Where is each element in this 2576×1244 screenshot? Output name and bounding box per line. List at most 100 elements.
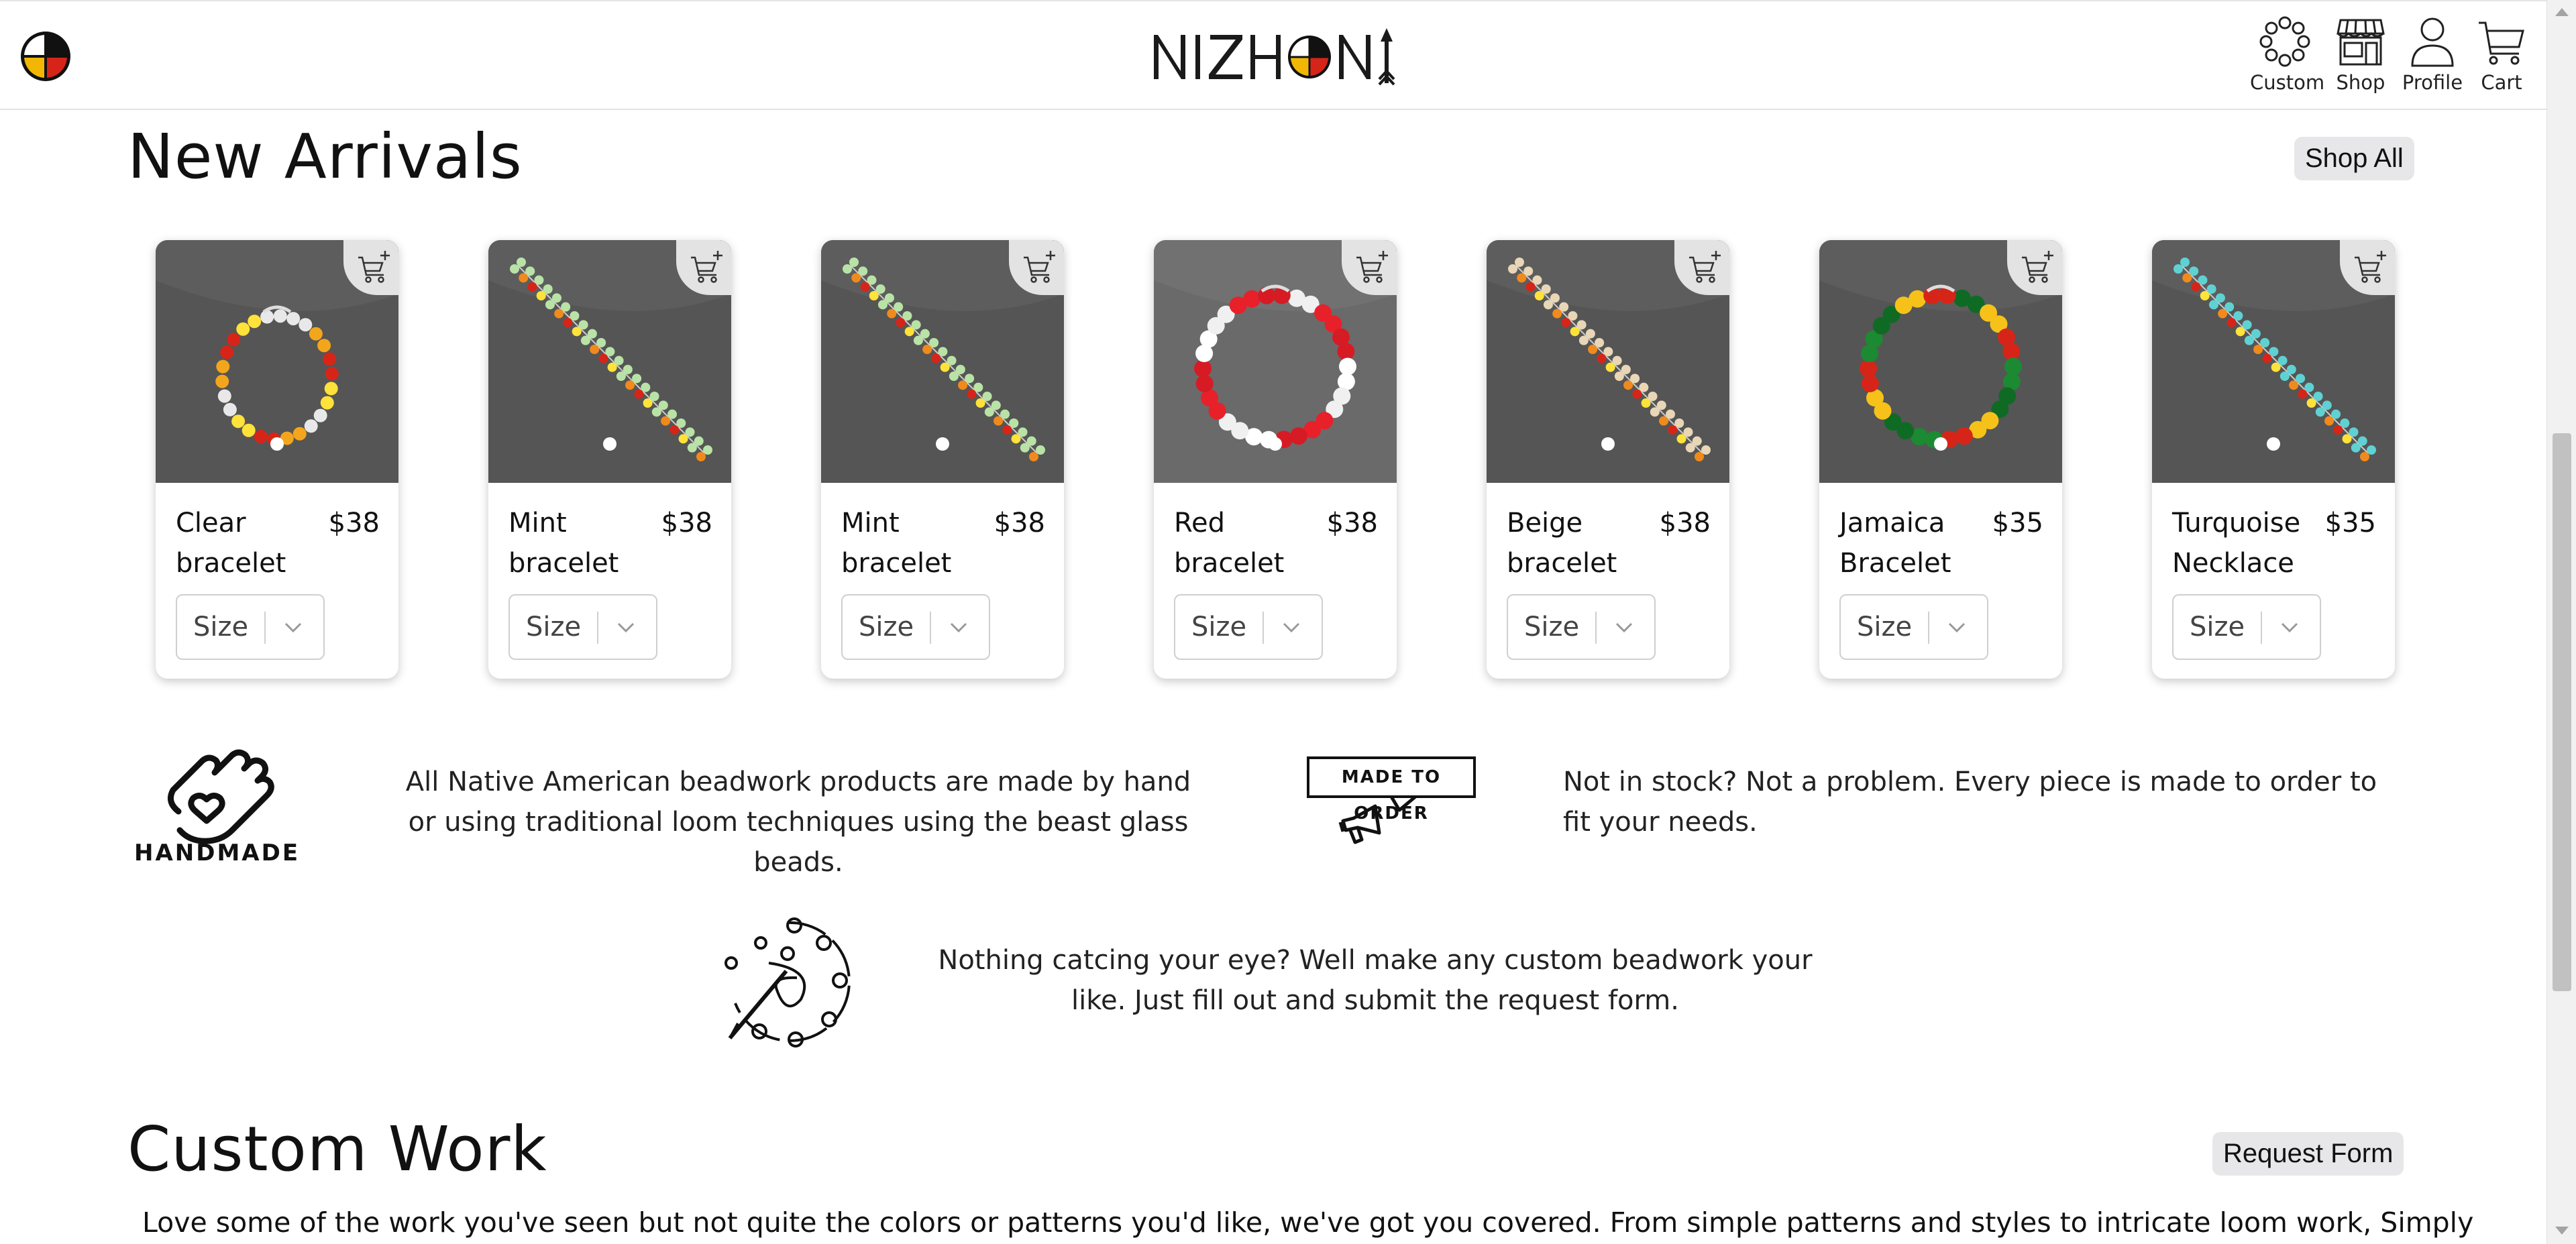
size-select-separator <box>930 612 931 644</box>
product-name[interactable]: Beige bracelet <box>1507 503 1641 583</box>
page-scrollbar[interactable] <box>2546 0 2576 1244</box>
size-select[interactable]: Size <box>1507 594 1656 660</box>
size-select-placeholder: Size <box>2190 612 2245 642</box>
scroll-down-arrow-icon[interactable] <box>2555 1227 2569 1235</box>
product-card[interactable]: Turquoise Necklace $35 Size <box>2152 240 2395 679</box>
product-name[interactable]: Mint bracelet <box>841 503 975 583</box>
person-icon <box>2411 17 2454 67</box>
chevron-down-icon[interactable] <box>1613 618 1635 636</box>
custom-work-title: Custom Work <box>127 1113 547 1185</box>
chevron-down-icon[interactable] <box>947 618 970 636</box>
product-price: $38 <box>1659 508 1711 539</box>
request-form-button[interactable]: Request Form <box>2212 1132 2404 1176</box>
shop-all-button[interactable]: Shop All <box>2294 137 2414 180</box>
product-name[interactable]: Mint bracelet <box>508 503 643 583</box>
product-image[interactable] <box>156 240 398 483</box>
beads-circle-icon <box>2259 16 2310 67</box>
product-card[interactable]: Beige bracelet $38 Size <box>1487 240 1729 679</box>
size-select-placeholder: Size <box>1524 612 1580 642</box>
nizhoni-logo[interactable] <box>1148 24 1401 89</box>
add-to-cart-icon <box>358 251 390 283</box>
add-to-cart-icon <box>1024 251 1055 283</box>
product-name[interactable]: Turquoise Necklace <box>2172 503 2306 583</box>
product-card[interactable]: Red bracelet $38 Size <box>1154 240 1397 679</box>
product-card[interactable]: Jamaica Bracelet $35 Size <box>1819 240 2062 679</box>
product-name[interactable]: Clear bracelet <box>176 503 310 583</box>
image-carousel-dot[interactable] <box>270 437 284 451</box>
product-image[interactable] <box>1819 240 2062 483</box>
product-image[interactable] <box>1154 240 1397 483</box>
size-select-separator <box>1928 612 1929 644</box>
scroll-thumb[interactable] <box>2553 433 2571 991</box>
product-image[interactable] <box>488 240 731 483</box>
size-select-separator <box>1263 612 1264 644</box>
size-select[interactable]: Size <box>1174 594 1323 660</box>
made-to-order-text: Not in stock? Not a problem. Every piece… <box>1563 767 2377 838</box>
size-select[interactable]: Size <box>1839 594 1988 660</box>
size-select-separator <box>2261 612 2262 644</box>
nav-shop-label: Shop <box>2336 71 2385 94</box>
image-carousel-dot[interactable] <box>1601 437 1615 451</box>
size-select[interactable]: Size <box>2172 594 2321 660</box>
image-carousel-dot[interactable] <box>603 437 616 451</box>
nav-profile[interactable]: Profile <box>2400 16 2465 98</box>
size-select[interactable]: Size <box>176 594 325 660</box>
nav-custom[interactable]: Custom <box>2250 16 2325 98</box>
add-to-cart-icon <box>2355 251 2386 283</box>
image-carousel-dot[interactable] <box>1269 437 1282 451</box>
size-select-separator <box>264 612 266 644</box>
needle-beads-icon <box>724 917 851 1048</box>
size-select-placeholder: Size <box>859 612 914 642</box>
size-select-separator <box>597 612 598 644</box>
product-price: $35 <box>2324 508 2376 539</box>
chevron-down-icon[interactable] <box>282 618 305 636</box>
megaphone-icon <box>1338 795 1417 844</box>
nav-custom-label: Custom <box>2250 71 2325 94</box>
nav-cart-label: Cart <box>2481 71 2522 94</box>
product-price: $38 <box>661 508 712 539</box>
cart-icon <box>2479 21 2524 65</box>
site-header: Custom Shop Profile Cart <box>0 0 2546 110</box>
size-select-separator <box>1595 612 1597 644</box>
scroll-up-arrow-icon[interactable] <box>2555 8 2569 16</box>
image-carousel-dot[interactable] <box>936 437 949 451</box>
size-select-placeholder: Size <box>1191 612 1247 642</box>
image-carousel-dot[interactable] <box>1934 437 1947 451</box>
size-select[interactable]: Size <box>841 594 990 660</box>
handmade-text: All Native American beadwork products ar… <box>405 767 1191 878</box>
chevron-down-icon[interactable] <box>1280 618 1303 636</box>
storefront-icon <box>2337 19 2385 66</box>
product-image[interactable] <box>821 240 1064 483</box>
size-select-placeholder: Size <box>193 612 249 642</box>
medicine-wheel-logo-icon[interactable] <box>19 30 72 83</box>
product-image[interactable] <box>2152 240 2395 483</box>
size-select-placeholder: Size <box>526 612 582 642</box>
add-to-cart-icon <box>1689 251 1721 283</box>
custom-text: Nothing catcing your eye? Well make any … <box>938 945 1813 1016</box>
product-name[interactable]: Jamaica Bracelet <box>1839 503 1974 583</box>
product-price: $38 <box>994 508 1045 539</box>
product-card[interactable]: Clear bracelet $38 Size <box>156 240 398 679</box>
new-arrivals-title: New Arrivals <box>127 121 523 192</box>
nav-shop[interactable]: Shop <box>2332 16 2390 98</box>
custom-work-description: Love some of the work you've seen but no… <box>142 1206 2474 1239</box>
product-price: $38 <box>328 508 380 539</box>
nav-cart[interactable]: Cart <box>2475 16 2528 98</box>
chevron-down-icon[interactable] <box>2278 618 2301 636</box>
add-to-cart-icon <box>691 251 722 283</box>
product-card[interactable]: Mint bracelet $38 Size <box>488 240 731 679</box>
product-price: $35 <box>1992 508 2043 539</box>
nav-profile-label: Profile <box>2402 71 2463 94</box>
product-price: $38 <box>1326 508 1378 539</box>
product-image[interactable] <box>1487 240 1729 483</box>
product-name[interactable]: Red bracelet <box>1174 503 1308 583</box>
add-to-cart-icon <box>2022 251 2053 283</box>
handmade-label: HANDMADE <box>134 840 301 866</box>
size-select[interactable]: Size <box>508 594 657 660</box>
chevron-down-icon[interactable] <box>1945 618 1968 636</box>
image-carousel-dot[interactable] <box>2267 437 2280 451</box>
product-card[interactable]: Mint bracelet $38 Size <box>821 240 1064 679</box>
add-to-cart-icon <box>1356 251 1388 283</box>
size-select-placeholder: Size <box>1857 612 1913 642</box>
chevron-down-icon[interactable] <box>614 618 637 636</box>
